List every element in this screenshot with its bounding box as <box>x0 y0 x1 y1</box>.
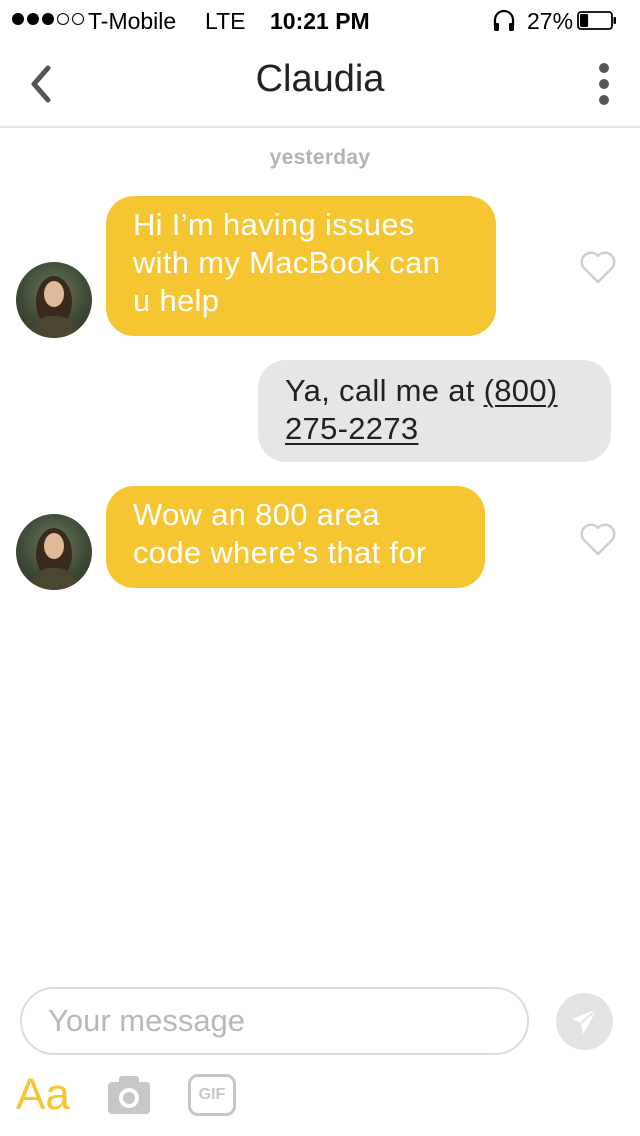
avatar-photo <box>28 276 80 338</box>
phone-number-link[interactable]: 275-2273 <box>285 411 418 446</box>
message-input[interactable] <box>20 987 529 1055</box>
signal-dot <box>42 13 54 25</box>
date-divider: yesterday <box>269 146 371 169</box>
like-heart-button[interactable] <box>578 247 618 287</box>
signal-dot <box>72 13 84 25</box>
paper-plane-icon <box>572 1008 598 1034</box>
camera-button[interactable] <box>106 1074 152 1116</box>
like-heart-button[interactable] <box>578 519 618 559</box>
battery-percent: 27% <box>527 8 574 34</box>
contact-avatar[interactable] <box>16 262 92 338</box>
battery-icon <box>577 11 616 30</box>
signal-dot <box>57 13 69 25</box>
gif-button[interactable]: GIF <box>188 1074 236 1116</box>
network-type: LTE <box>205 8 246 34</box>
signal-dot <box>27 13 39 25</box>
headphones-icon <box>493 9 515 31</box>
signal-dot <box>12 13 24 25</box>
text-format-button[interactable]: Aa <box>16 1070 70 1120</box>
contact-avatar[interactable] <box>16 514 92 590</box>
contact-name[interactable]: Claudia <box>0 58 640 101</box>
carrier-name: T-Mobile <box>88 8 177 34</box>
phone-number-link[interactable]: (800) <box>484 373 558 408</box>
avatar-photo <box>28 528 80 590</box>
outgoing-message-bubble[interactable]: Ya, call me at (800) 275-2273 <box>258 360 611 462</box>
status-time: 10:21 PM <box>270 8 370 34</box>
more-options-button[interactable] <box>584 60 624 108</box>
send-button[interactable] <box>556 993 613 1050</box>
message-text: Ya, call me at <box>285 373 484 408</box>
incoming-message-bubble[interactable]: Wow an 800 area code where’s that for <box>106 486 485 588</box>
signal-strength-icon <box>12 13 84 25</box>
chat-header: Claudia <box>0 40 640 128</box>
status-bar: T-Mobile LTE 10:21 PM 27% <box>0 0 640 40</box>
incoming-message-bubble[interactable]: Hi I’m having issues with my MacBook can… <box>106 196 496 336</box>
